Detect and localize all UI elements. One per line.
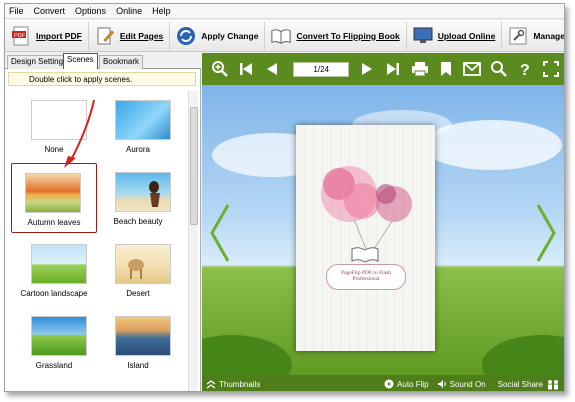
speaker-icon: [437, 380, 446, 388]
thumbnails-button[interactable]: Thumbnails: [206, 380, 260, 389]
social-share-label: Social Share: [497, 379, 543, 389]
double-chevron-up-icon: [206, 379, 216, 389]
sound-button[interactable]: Sound On: [437, 379, 486, 389]
viewer-toolbar: 1/24 ?: [202, 53, 564, 85]
edit-pages-label: Edit Pages: [119, 30, 164, 41]
menu-options[interactable]: Options: [75, 6, 106, 16]
scene-island[interactable]: Island: [95, 307, 181, 377]
scenes-scrollbar[interactable]: [188, 91, 198, 391]
open-book-icon: [351, 247, 379, 263]
annotation-arrow: [64, 99, 95, 168]
scene-grassland[interactable]: Grassland: [11, 307, 97, 377]
scene-name: Grassland: [35, 361, 73, 370]
social-share-button[interactable]: Social Share: [498, 379, 560, 390]
next-page-arrow-icon[interactable]: [536, 203, 558, 263]
tab-scenes[interactable]: Scenes: [63, 53, 98, 69]
menu-online[interactable]: Online: [116, 6, 142, 16]
main-toolbar: PDF Import PDF Edit Pages Apply Change C…: [5, 20, 564, 52]
people-icon: [548, 379, 558, 389]
scene-name: Autumn leaves: [27, 218, 81, 227]
wrench-icon: [508, 25, 528, 47]
viewer-bottom-bar: Thumbnails Auto Flip Sound On Social Sha…: [202, 375, 564, 391]
page-indicator[interactable]: 1/24: [292, 61, 350, 77]
upload-online-label: Upload Online: [437, 30, 496, 41]
scrollbar-thumb[interactable]: [190, 107, 198, 225]
scene-cartoon-landscape[interactable]: Cartoon landscape: [11, 235, 97, 305]
book-subtitle: PageFlip PDF to Flash Professional: [326, 264, 406, 290]
help-icon[interactable]: ?: [513, 57, 536, 81]
scenes-hint: Double click to apply scenes.: [8, 72, 196, 86]
thumbnails-label: Thumbnails: [219, 379, 261, 389]
scene-name: Island: [127, 361, 149, 370]
flower-illustration: [321, 166, 412, 249]
edit-pages-button[interactable]: Edit Pages: [89, 21, 171, 50]
menu-file[interactable]: File: [9, 6, 24, 16]
scene-desert[interactable]: Desert: [95, 235, 181, 305]
menu-bar: File Convert Options Online Help: [5, 4, 564, 19]
auto-flip-label: Auto Flip: [397, 379, 429, 389]
scene-thumbnail: [115, 244, 171, 284]
next-page-icon[interactable]: [355, 57, 378, 81]
edit-pages-icon: [95, 25, 115, 47]
import-pdf-label: Import PDF: [36, 30, 82, 41]
flipbook-preview: 1/24 ? PageFlip PDF to Flash Professiona…: [202, 53, 564, 391]
fullscreen-icon[interactable]: [540, 57, 563, 81]
pdf-icon: PDF: [11, 25, 31, 47]
app-window: File Convert Options Online Help PDF Imp…: [4, 3, 565, 392]
scene-beach-beauty[interactable]: Beach beauty: [95, 163, 181, 233]
previous-page-arrow-icon[interactable]: [208, 203, 230, 263]
print-icon[interactable]: [408, 57, 431, 81]
apply-change-label: Apply Change: [201, 30, 259, 41]
svg-text:PDF: PDF: [14, 33, 26, 39]
manage-label: Manage O: [533, 30, 565, 41]
menu-help[interactable]: Help: [152, 6, 171, 16]
scene-thumbnail: [115, 172, 171, 212]
convert-button[interactable]: Convert To Flipping Book: [265, 21, 407, 50]
scene-thumbnail: [25, 173, 81, 213]
auto-flip-button[interactable]: Auto Flip: [384, 379, 429, 389]
scene-name: Beach beauty: [113, 217, 163, 226]
convert-label: Convert To Flipping Book: [296, 30, 400, 41]
book-icon: [271, 25, 291, 47]
book-cover[interactable]: PageFlip PDF to Flash Professional: [296, 125, 435, 351]
scene-thumbnail: [31, 316, 87, 356]
menu-convert[interactable]: Convert: [34, 6, 66, 16]
scene-thumbnail: [115, 100, 171, 140]
monitor-icon: [413, 25, 433, 47]
tab-design-setting[interactable]: Design Setting: [7, 55, 68, 69]
scene-name: Aurora: [125, 145, 150, 154]
scene-name: Cartoon landscape: [20, 289, 88, 298]
upload-online-button[interactable]: Upload Online: [407, 21, 503, 50]
scene-aurora[interactable]: Aurora: [95, 91, 181, 161]
zoom-in-icon[interactable]: [208, 57, 231, 81]
previous-page-icon[interactable]: [261, 57, 284, 81]
refresh-icon: [176, 25, 196, 47]
settings-panel: Design Setting Scenes Bookmark Double cl…: [5, 53, 201, 391]
search-icon[interactable]: [487, 57, 510, 81]
tab-bookmark[interactable]: Bookmark: [99, 55, 144, 69]
scene-thumbnail: [31, 244, 87, 284]
first-page-icon[interactable]: [234, 57, 257, 81]
scene-thumbnail: [115, 316, 171, 356]
sound-label: Sound On: [449, 379, 486, 389]
email-icon[interactable]: [461, 57, 484, 81]
apply-change-button[interactable]: Apply Change: [170, 21, 266, 50]
manage-button[interactable]: Manage O: [502, 22, 565, 50]
import-pdf-button[interactable]: PDF Import PDF: [5, 21, 89, 50]
svg-text:?: ?: [520, 62, 530, 78]
bookmark-icon[interactable]: [434, 57, 457, 81]
play-icon: [384, 379, 394, 389]
last-page-icon[interactable]: [382, 57, 405, 81]
scene-name: Desert: [126, 289, 150, 298]
scene-background: PageFlip PDF to Flash Professional: [202, 85, 564, 375]
panel-tabs: Design Setting Scenes Bookmark: [5, 53, 201, 69]
